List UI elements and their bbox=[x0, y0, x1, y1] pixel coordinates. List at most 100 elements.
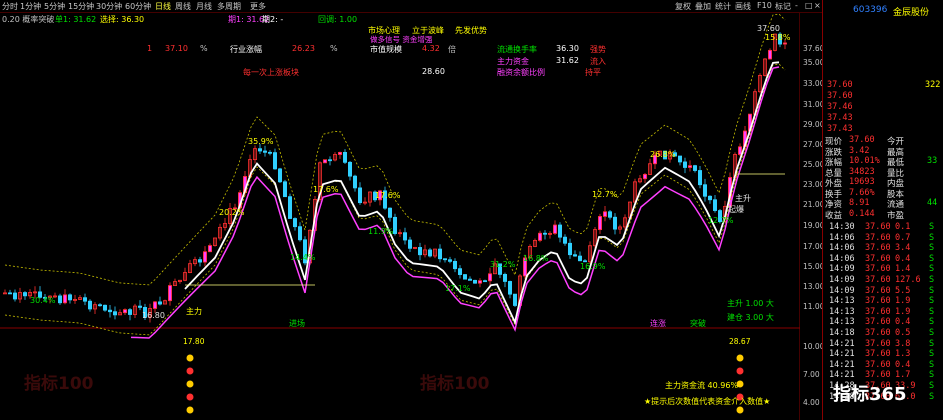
candle-body bbox=[482, 280, 487, 283]
signal-marker bbox=[736, 406, 744, 414]
pct-label: 20.2% bbox=[219, 208, 245, 217]
close-icon[interactable]: × bbox=[814, 1, 821, 10]
candle-body bbox=[678, 155, 683, 163]
overlay-button[interactable]: 叠加 bbox=[695, 1, 711, 12]
maximize-icon[interactable]: □ bbox=[805, 1, 813, 10]
minimize-icon[interactable]: - bbox=[795, 1, 798, 10]
tick-row: 14:13 37.60 1.9 S bbox=[829, 306, 935, 317]
watermark: 指标100 bbox=[420, 374, 490, 394]
signal-label: 主力 bbox=[186, 307, 202, 316]
fuquan-button[interactable]: 复权 bbox=[675, 1, 691, 12]
tick-row: 14:30 37.60 0.1 S bbox=[829, 222, 935, 232]
candle-body bbox=[553, 224, 558, 234]
candle-body bbox=[287, 196, 292, 219]
signal-marker bbox=[186, 367, 194, 375]
tab-5min[interactable]: 5分钟 bbox=[44, 1, 65, 12]
tab-15min[interactable]: 15分钟 bbox=[68, 1, 94, 12]
stats-button[interactable]: 统计 bbox=[715, 1, 731, 12]
stat-row: 涨幅 10.01% 最低 33 bbox=[825, 156, 938, 168]
candle-body bbox=[357, 187, 362, 204]
ask-row: 37.43 bbox=[827, 124, 853, 134]
pct-label: 14.4% bbox=[290, 253, 316, 262]
ask-row: 37.43 bbox=[827, 113, 853, 123]
candle-body bbox=[197, 259, 202, 263]
pct-label: 16.9% bbox=[580, 262, 606, 271]
candle-body bbox=[392, 216, 397, 234]
candle-body bbox=[83, 297, 88, 302]
candle-body bbox=[207, 245, 212, 253]
signal-marker bbox=[736, 367, 744, 375]
pct-label: 17.1% bbox=[445, 284, 471, 293]
candle-body bbox=[598, 216, 603, 231]
candlesticks bbox=[3, 32, 788, 323]
candle-body bbox=[472, 279, 477, 284]
period-toolbar: 分时 1分钟 5分钟 15分钟 30分钟 60分钟 日线 周线 月线 多周期 更… bbox=[0, 0, 943, 13]
mark-button[interactable]: 标记 bbox=[775, 1, 791, 12]
tab-month[interactable]: 月线 bbox=[196, 1, 212, 12]
signal-label: 起爆 bbox=[728, 205, 744, 214]
tab-day[interactable]: 日线 bbox=[155, 1, 171, 12]
candle-body bbox=[63, 294, 68, 304]
signal-label: 突破 bbox=[690, 319, 706, 328]
pct-label: 26.8% bbox=[650, 150, 676, 159]
candle-body bbox=[417, 247, 422, 256]
tab-multi-period[interactable]: 多周期 bbox=[217, 1, 241, 12]
candle-body bbox=[152, 301, 157, 309]
tick-row: 14:21 37.60 3.8 S bbox=[829, 338, 935, 349]
stat-row: 收益 0.144 市盈 bbox=[825, 208, 905, 221]
tab-more[interactable]: 更多 bbox=[250, 1, 266, 12]
candle-body bbox=[327, 159, 332, 162]
pct-label: 12.7% bbox=[592, 190, 618, 199]
candle-body bbox=[137, 305, 142, 308]
kline-chart[interactable] bbox=[0, 13, 800, 420]
candle-body bbox=[683, 161, 688, 168]
ask-row: 37.60 322 bbox=[827, 80, 941, 90]
candle-body bbox=[442, 258, 447, 261]
candle-body bbox=[513, 293, 518, 306]
candle-body bbox=[477, 280, 482, 284]
candle-body bbox=[703, 184, 708, 197]
tick-row: 14:06 37.60 0.4 S bbox=[829, 253, 935, 264]
candle-body bbox=[277, 168, 282, 183]
tab-30min[interactable]: 30分钟 bbox=[96, 1, 122, 12]
low-price-label: 16.80 bbox=[142, 311, 165, 320]
tick-row: 14:09 37.60 1.4 S bbox=[829, 264, 935, 275]
candle-body bbox=[643, 173, 648, 180]
candle-body bbox=[427, 249, 432, 257]
candle-body bbox=[257, 148, 262, 152]
candle-body bbox=[108, 309, 113, 313]
pct-label: 16.8% bbox=[523, 254, 549, 263]
candle-body bbox=[452, 260, 457, 270]
candle-body bbox=[12, 292, 17, 300]
signal-marker bbox=[186, 380, 194, 388]
pct-label: 11.9% bbox=[368, 227, 394, 236]
signal-label: 进场 bbox=[289, 319, 305, 328]
pct-label: 30.4% bbox=[30, 296, 56, 305]
tick-row: 14:18 37.60 0.5 S bbox=[829, 328, 935, 338]
tab-1min[interactable]: 1分钟 bbox=[20, 1, 41, 12]
stat-row: 净资 8.91 流通 44 bbox=[825, 198, 938, 210]
candle-body bbox=[123, 309, 128, 314]
tab-week[interactable]: 周线 bbox=[175, 1, 191, 12]
tab-60min[interactable]: 60分钟 bbox=[125, 1, 151, 12]
stat-row: 涨跌 3.42 最高 bbox=[825, 145, 905, 158]
lower-label: 17.80 bbox=[183, 337, 205, 346]
tick-row: 14:21 37.60 0.4 S bbox=[829, 359, 935, 370]
pct-label: 35.9% bbox=[248, 137, 274, 146]
draw-button[interactable]: 画线 bbox=[735, 1, 751, 12]
tick-row: 14:13 37.60 0.4 S bbox=[829, 317, 935, 328]
candle-body bbox=[738, 146, 743, 155]
pct-label: 15.8% bbox=[765, 33, 791, 42]
ma-magenta-line bbox=[130, 66, 780, 339]
candle-body bbox=[437, 248, 442, 260]
f10-button[interactable]: F10 bbox=[757, 1, 772, 10]
candle-body bbox=[282, 181, 287, 198]
candle-body bbox=[292, 218, 297, 228]
candle-body bbox=[337, 151, 342, 155]
lower-label: 28.67 bbox=[729, 337, 751, 346]
candle-body bbox=[467, 278, 472, 281]
tab-fenshi[interactable]: 分时 bbox=[2, 1, 18, 12]
ask-row: 37.60 bbox=[827, 91, 853, 101]
stat-row: 现价 37.60 今开 bbox=[825, 135, 905, 147]
pct-label: 31.2% bbox=[490, 260, 516, 269]
